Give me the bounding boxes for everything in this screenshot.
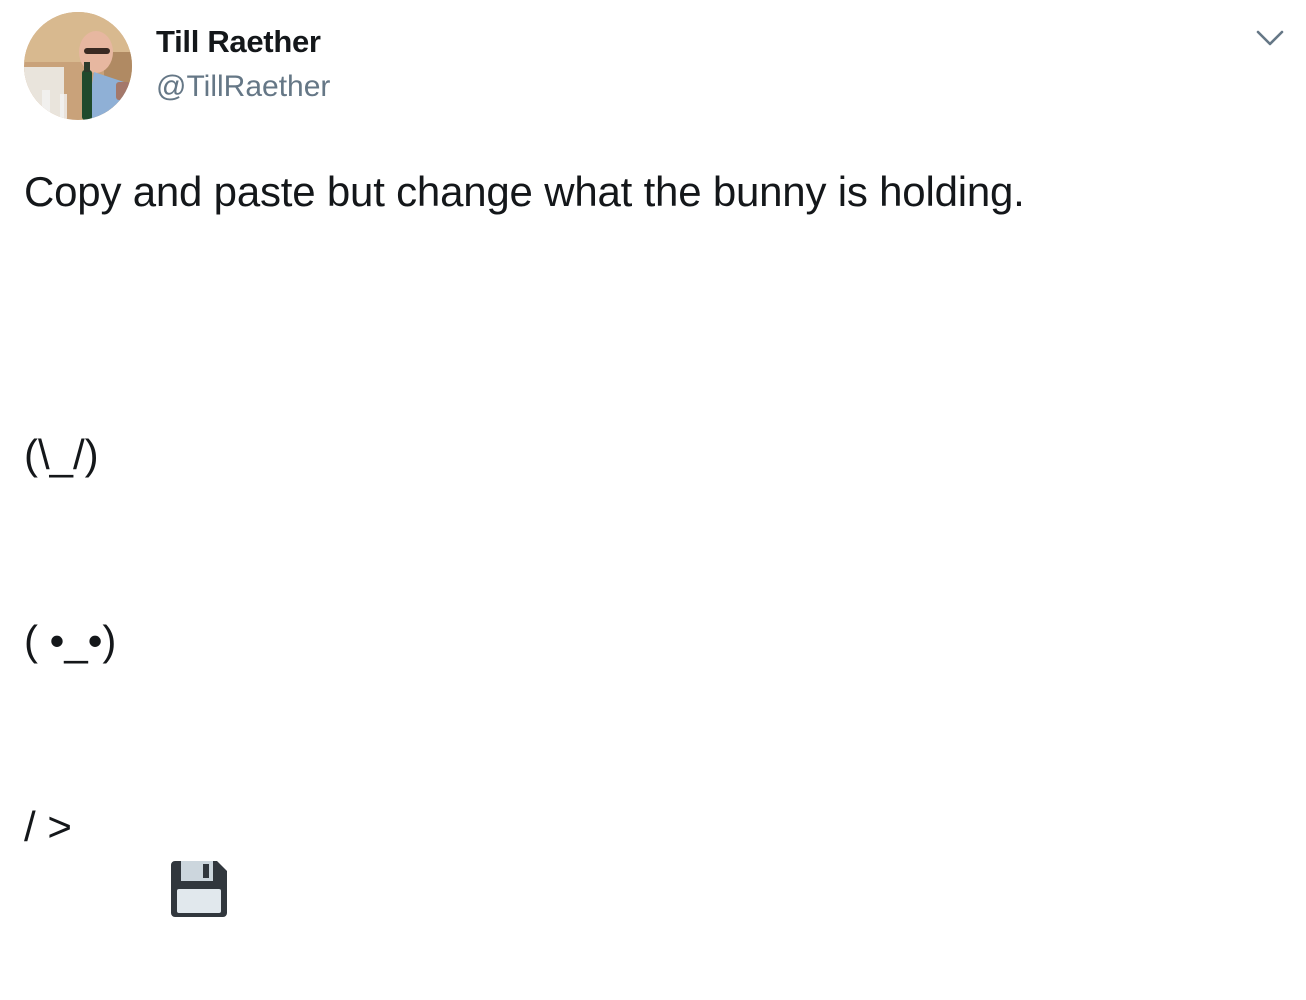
tweet-text: Copy and paste but change what the bunny… (24, 168, 1025, 215)
author-display-name[interactable]: Till Raether (156, 24, 321, 60)
bunny-ears-line: (\_/) (24, 431, 99, 478)
bunny-arms-line: / > (24, 795, 228, 917)
bunny-ascii-art: (\_/) ( •_•) / > (24, 300, 228, 982)
bunny-face-line: ( •_•) (24, 617, 117, 664)
tweet-card: Till Raether @TillRaether Copy and paste… (0, 0, 1306, 917)
chevron-down-icon[interactable] (1254, 26, 1286, 50)
bunny-arms-text: / > (24, 803, 72, 850)
floppy-disk-icon (74, 795, 228, 917)
author-handle[interactable]: @TillRaether (156, 70, 330, 104)
avatar[interactable] (24, 12, 132, 120)
